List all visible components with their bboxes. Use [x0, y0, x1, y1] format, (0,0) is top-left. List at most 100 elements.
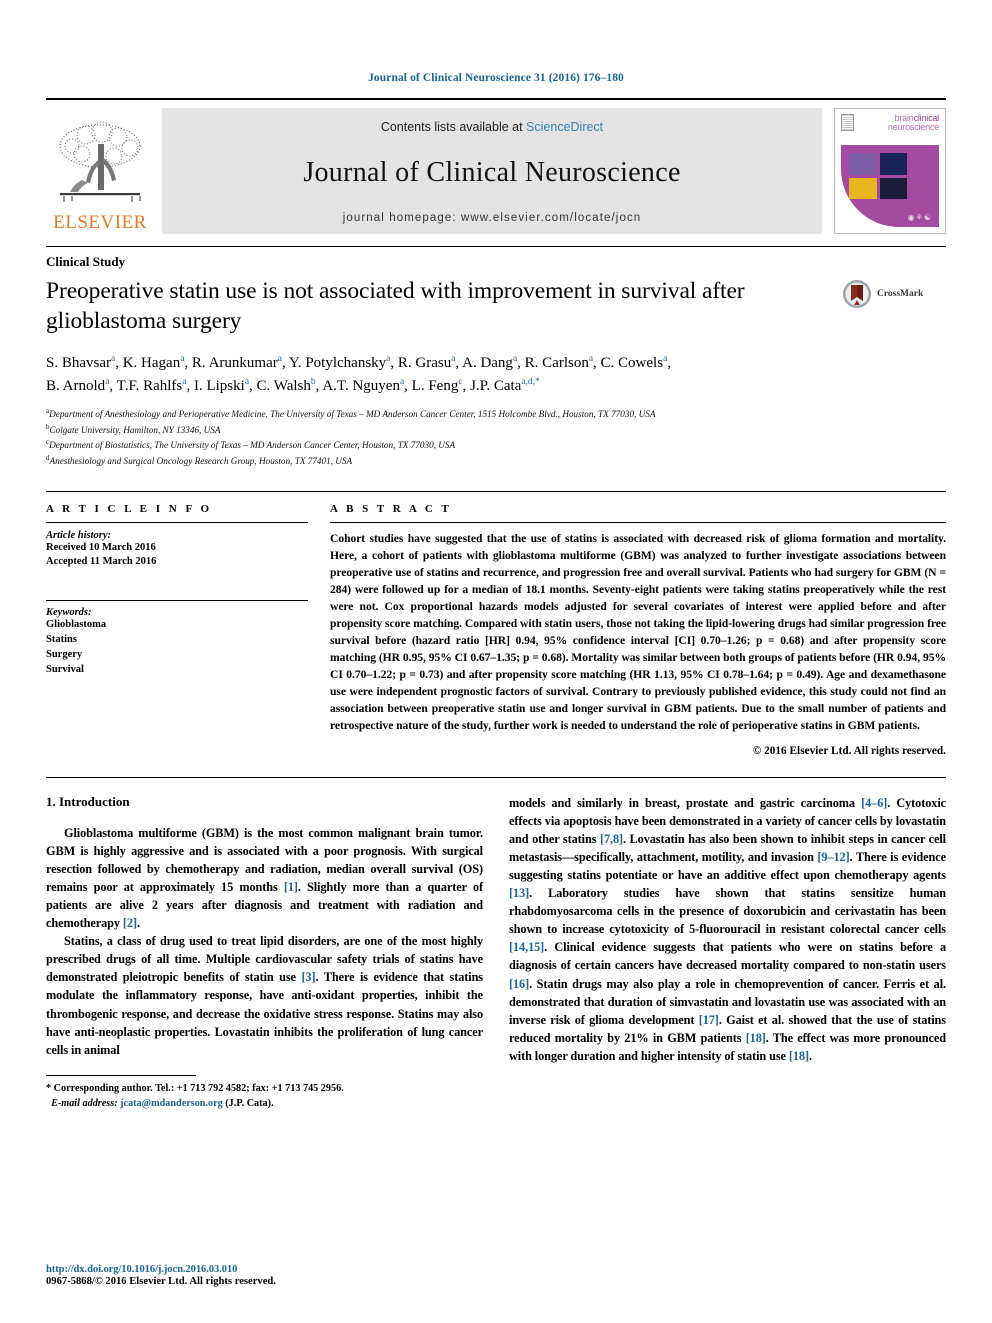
cover-image-grid [849, 153, 907, 199]
author-affiliation-marker: a [588, 354, 594, 365]
author-affiliation-marker: a [105, 376, 110, 387]
author-name: A.T. Nguyen [322, 377, 400, 394]
abstract-heading: A B S T R A C T [330, 502, 452, 515]
citation-link[interactable]: [7,8] [600, 832, 623, 846]
keywords-label: Keywords: [46, 607, 92, 619]
intro-paragraph-2: Statins, a class of drug used to treat l… [46, 934, 483, 1057]
abstract-text: Cohort studies have suggested that the u… [330, 531, 946, 732]
keyword-item: Surgery [46, 649, 83, 661]
author-name: C. Cowels [600, 355, 664, 372]
email-note: E-mail address: jcata@mdanderson.org (J.… [46, 1096, 483, 1111]
body-left-column: 1. Introduction Glioblastoma multiforme … [46, 794, 483, 1111]
affiliation-list: aDepartment of Anesthesiology and Periop… [46, 406, 946, 468]
paper-page: Journal of Clinical Neuroscience 31 (201… [0, 0, 992, 1323]
author-name: S. Bhavsar [46, 355, 111, 372]
author-name: A. Dang [462, 355, 513, 372]
intro-paragraph-3: models and similarly in breast, prostate… [509, 795, 946, 1063]
cover-purple-shape: ◉⚘☯ [841, 145, 939, 227]
page-title: Preoperative statin use is not associate… [46, 278, 745, 334]
citation-link[interactable]: [2] [123, 916, 137, 930]
affiliation-marker: a [46, 407, 50, 416]
article-info-column: A R T I C L E I N F O Article history: R… [46, 503, 308, 757]
elsevier-wordmark: ELSEVIER [53, 212, 147, 233]
sciencedirect-link[interactable]: ScienceDirect [526, 120, 603, 134]
footnote-block: * Corresponding author. Tel.: +1 713 792… [46, 1074, 483, 1112]
body-two-column-layout: 1. Introduction Glioblastoma multiforme … [46, 794, 946, 1111]
info-abstract-region: A R T I C L E I N F O Article history: R… [46, 490, 946, 757]
author-affiliation-marker: c [458, 376, 463, 387]
email-label: E-mail address: [51, 1098, 118, 1110]
author-list: S. Bhavsara, K. Hagana, R. Arunkumara, Y… [46, 352, 946, 397]
citation-link[interactable]: [16] [509, 977, 529, 991]
page-footer: http://dx.doi.org/10.1016/j.jocn.2016.03… [46, 1264, 486, 1287]
author-affiliation-marker: a [663, 354, 668, 365]
affiliation: cDepartment of Biostatistics, The Univer… [46, 438, 456, 451]
author-name: R. Carlson [524, 355, 589, 372]
affiliation-marker: d [46, 453, 50, 462]
email-link[interactable]: jcata@mdanderson.org [120, 1098, 223, 1109]
running-head: Journal of Clinical Neuroscience 31 (201… [368, 72, 624, 84]
keywords-block: Keywords: Glioblastoma Statins Surgery S… [46, 600, 308, 678]
author-affiliation-marker: a [244, 376, 250, 387]
author-affiliation-marker: a [399, 376, 405, 387]
keyword-item: Statins [46, 634, 77, 646]
crossmark-badge[interactable]: CrossMark [842, 277, 946, 309]
cover-elsevier-mark-icon [841, 114, 854, 131]
affiliation: aDepartment of Anesthesiology and Periop… [46, 407, 656, 420]
author-line-2: B. Arnolda, T.F. Rahlfsa, I. Lipskia, C.… [46, 376, 540, 394]
intro-paragraph-1: Glioblastoma multiforme (GBM) is the mos… [46, 825, 483, 931]
elsevier-tree-icon [59, 121, 141, 202]
journal-title: Journal of Clinical Neuroscience [303, 157, 681, 188]
citation-link[interactable]: [17] [699, 1013, 719, 1027]
article-head-divider [46, 246, 946, 247]
footnote-star: * [46, 1082, 52, 1094]
citation-link[interactable]: [18] [789, 1049, 809, 1063]
author-affiliation-marker: a [111, 354, 116, 365]
citation-link[interactable]: [18] [746, 1031, 766, 1045]
author-name: T.F. Rahlfs [116, 377, 183, 394]
cover-title-line2: neuroscience [887, 122, 939, 133]
body-right-column: models and similarly in breast, prostate… [509, 794, 946, 1111]
doi-link[interactable]: http://dx.doi.org/10.1016/j.jocn.2016.03… [46, 1264, 486, 1275]
author-line-1: S. Bhavsara, K. Hagana, R. Arunkumara, Y… [46, 354, 672, 372]
author-name: I. Lipski [193, 377, 245, 394]
corresponding-author-note: * Corresponding author. Tel.: +1 713 792… [46, 1081, 483, 1096]
citation-link[interactable]: [9–12] [817, 850, 849, 864]
author-affiliation-marker: b [310, 376, 316, 387]
affiliation: bColgate University, Hamilton, NY 13346,… [46, 422, 221, 435]
contents-prefix: Contents lists available at [380, 120, 527, 134]
author-affiliation-marker: a [386, 354, 391, 365]
author-name: R. Grasu [397, 355, 452, 372]
author-name: R. Arunkumar [191, 355, 278, 372]
journal-cover-thumbnail[interactable]: brainclinical neuroscience ◉⚘☯ [834, 108, 946, 234]
keyword-item: Survival [46, 664, 84, 676]
body-divider [46, 776, 946, 778]
affiliation-marker: c [46, 438, 50, 447]
citation-link[interactable]: [3] [301, 970, 315, 984]
elsevier-logo: ELSEVIER [46, 108, 154, 234]
citation-link[interactable]: [14,15] [509, 940, 544, 954]
footnote-rule [46, 1074, 196, 1076]
author-affiliation-marker: a [277, 354, 282, 365]
author-name: J.P. Cata [470, 377, 522, 394]
article-section-kind: Clinical Study [46, 254, 126, 269]
masthead-center-panel: Contents lists available at ScienceDirec… [162, 108, 822, 234]
corresponding-author-text: Corresponding author. Tel.: +1 713 792 4… [53, 1082, 344, 1094]
author-affiliation-marker: a [180, 354, 185, 365]
author-name: L. Feng [411, 377, 459, 394]
introduction-heading: 1. Introduction [46, 793, 130, 809]
citation-link[interactable]: [4–6] [861, 796, 887, 810]
author-affiliation-marker: a [182, 376, 187, 387]
crossmark-label: CrossMark [877, 289, 924, 299]
article-info-heading: A R T I C L E I N F O [46, 502, 213, 515]
journal-homepage-link[interactable]: journal homepage: www.elsevier.com/locat… [343, 212, 642, 224]
citation-link[interactable]: [13] [509, 886, 529, 900]
article-history-label: Article history: [46, 529, 112, 541]
author-name: Y. Potylchansky [288, 355, 387, 372]
article-received-date: Received 10 March 2016 [46, 541, 156, 553]
author-name: K. Hagan [122, 355, 181, 372]
author-affiliation-marker: a [451, 354, 456, 365]
cover-footer-icons: ◉⚘☯ [907, 213, 932, 222]
citation-link[interactable]: [1] [284, 880, 298, 894]
affiliation: dAnesthesiology and Surgical Oncology Re… [46, 453, 353, 467]
